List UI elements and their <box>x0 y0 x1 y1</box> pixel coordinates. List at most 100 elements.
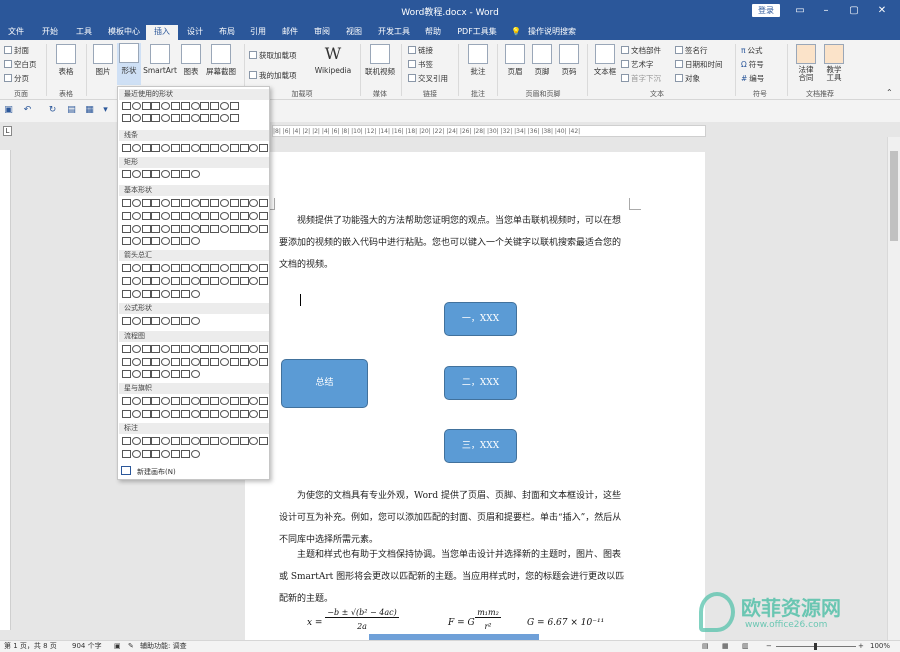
shape-option[interactable] <box>190 317 200 325</box>
signature-line-button[interactable]: 签名行 <box>675 45 708 56</box>
horizontal-ruler[interactable]: |8| |6| |4| |2| |2| |4| |6| |8| |10| |12… <box>272 125 706 137</box>
shape-option[interactable] <box>131 212 141 220</box>
shape-option[interactable] <box>190 170 200 178</box>
shape-option[interactable] <box>122 437 131 445</box>
shape-option[interactable] <box>171 114 180 122</box>
shape-option[interactable] <box>220 437 229 445</box>
shape-option[interactable] <box>180 144 190 152</box>
shape-option[interactable] <box>200 437 210 445</box>
shape-option[interactable] <box>122 264 131 272</box>
shape-option[interactable] <box>122 358 131 366</box>
shape-option[interactable] <box>210 437 220 445</box>
shape-option[interactable] <box>141 170 151 178</box>
shape-option[interactable] <box>131 264 141 272</box>
shape-option[interactable] <box>180 225 190 233</box>
shape-option[interactable] <box>171 277 180 285</box>
shape-option[interactable] <box>122 102 131 110</box>
smartart-button[interactable]: SmartArt <box>143 44 177 75</box>
shape-option[interactable] <box>200 358 210 366</box>
shape-option[interactable] <box>210 225 220 233</box>
shape-option[interactable] <box>220 264 229 272</box>
shape-option[interactable] <box>131 437 141 445</box>
shape-option[interactable] <box>171 170 180 178</box>
shape-option[interactable] <box>229 437 239 445</box>
chart-button[interactable]: 图表 <box>180 44 202 77</box>
shape-option[interactable] <box>122 237 131 245</box>
shape-option[interactable] <box>141 144 151 152</box>
shape-option[interactable] <box>220 102 229 110</box>
shape-option[interactable] <box>220 397 229 405</box>
shape-option[interactable] <box>190 144 200 152</box>
shape-option[interactable] <box>200 144 210 152</box>
shape-option[interactable] <box>131 225 141 233</box>
shape-option[interactable] <box>200 410 210 418</box>
shape-option[interactable] <box>151 450 161 458</box>
quick-parts-button[interactable]: 文档部件 <box>621 45 661 56</box>
shape-option[interactable] <box>180 102 190 110</box>
shape-option[interactable] <box>171 437 180 445</box>
table-button[interactable]: 表格 <box>54 44 78 77</box>
shape-option[interactable] <box>180 114 190 122</box>
shape-option[interactable] <box>151 410 161 418</box>
shape-option[interactable] <box>259 225 269 233</box>
shape-option[interactable] <box>141 225 151 233</box>
shape-option[interactable] <box>180 317 190 325</box>
shape-option[interactable] <box>122 290 131 298</box>
shape-option[interactable] <box>200 264 210 272</box>
shape-option[interactable] <box>200 397 210 405</box>
shape-option[interactable] <box>200 225 210 233</box>
shape-option[interactable] <box>161 358 171 366</box>
shape-option[interactable] <box>151 370 161 378</box>
get-addins-button[interactable]: 获取加载项 <box>249 50 297 61</box>
zoom-out-icon[interactable]: − <box>766 641 772 652</box>
collapse-ribbon-icon[interactable]: ⌃ <box>886 88 893 97</box>
shape-option[interactable] <box>161 237 171 245</box>
shape-option[interactable] <box>151 212 161 220</box>
wordart-button[interactable]: 艺术字 <box>621 59 654 70</box>
blank-page-button[interactable]: 空白页 <box>4 59 37 70</box>
shape-option[interactable] <box>229 358 239 366</box>
shape-option[interactable] <box>210 144 220 152</box>
shape-option[interactable] <box>180 170 190 178</box>
shape-option[interactable] <box>249 144 259 152</box>
shape-option[interactable] <box>141 199 151 207</box>
shape-option[interactable] <box>190 437 200 445</box>
shape-option[interactable] <box>131 450 141 458</box>
link-button[interactable]: 链接 <box>408 45 433 56</box>
shape-option[interactable] <box>141 237 151 245</box>
shape-option[interactable] <box>239 144 249 152</box>
shape-option[interactable] <box>151 397 161 405</box>
shape-option[interactable] <box>210 410 220 418</box>
shape-option[interactable] <box>220 277 229 285</box>
tab-stop-selector[interactable]: L <box>3 126 12 136</box>
shape-option[interactable] <box>151 358 161 366</box>
shape-option[interactable] <box>249 397 259 405</box>
shape-option[interactable] <box>200 199 210 207</box>
shape-option[interactable] <box>171 317 180 325</box>
shape-option[interactable] <box>161 410 171 418</box>
shape-option[interactable] <box>171 199 180 207</box>
shape-option[interactable] <box>210 212 220 220</box>
shape-option[interactable] <box>171 264 180 272</box>
shape-option[interactable] <box>131 170 141 178</box>
shape-option[interactable] <box>122 144 131 152</box>
shape-option[interactable] <box>239 358 249 366</box>
shape-option[interactable] <box>141 345 151 353</box>
shape-option[interactable] <box>171 370 180 378</box>
shape-option[interactable] <box>249 212 259 220</box>
shape-option[interactable] <box>141 102 151 110</box>
shape-option[interactable] <box>200 212 210 220</box>
shape-option[interactable] <box>259 358 269 366</box>
shape-option[interactable] <box>151 290 161 298</box>
shape-option[interactable] <box>180 450 190 458</box>
shape-option[interactable] <box>239 410 249 418</box>
shape-option[interactable] <box>229 397 239 405</box>
shape-option[interactable] <box>229 114 239 122</box>
shape-option[interactable] <box>171 410 180 418</box>
shape-option[interactable] <box>161 144 171 152</box>
shape-option[interactable] <box>161 114 171 122</box>
shape-option[interactable] <box>180 345 190 353</box>
undo-icon[interactable]: ↶ <box>22 105 33 116</box>
footer-button[interactable]: 页脚 <box>530 44 554 77</box>
shape-option[interactable] <box>141 290 151 298</box>
